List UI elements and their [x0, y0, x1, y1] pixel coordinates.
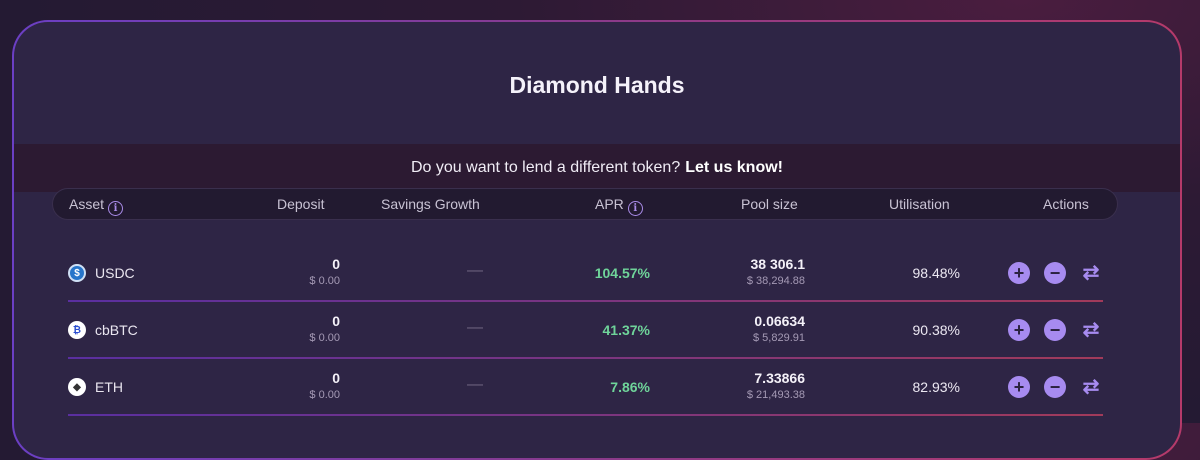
utilisation-value: 90.38%	[912, 322, 960, 338]
deposit-usd: $ 0.00	[309, 275, 340, 287]
asset-cell: ◆ ETH	[68, 378, 123, 396]
pool-size-cell: 0.06634 $ 5,829.91	[753, 313, 805, 344]
pool-size-amount: 0.06634	[754, 313, 805, 329]
asset-name: ETH	[95, 379, 123, 395]
table-row[interactable]: ₿ cbBTC 0 $ 0.00 — 41.37% 0.06634 $ 5,82…	[68, 303, 1103, 359]
table-row[interactable]: ◆ ETH 0 $ 0.00 — 7.86% 7.33866 $ 21,493.…	[68, 360, 1103, 416]
row-divider	[68, 414, 1103, 416]
apr-value: 7.86%	[610, 379, 650, 395]
row-divider	[68, 357, 1103, 359]
pool-size-cell: 7.33866 $ 21,493.38	[747, 370, 805, 401]
deposit-amount: 0	[332, 313, 340, 329]
utilisation-value: 82.93%	[912, 379, 960, 395]
deposit-cell: 0 $ 0.00	[309, 370, 340, 401]
info-icon[interactable]: i	[627, 201, 643, 216]
withdraw-minus-icon[interactable]: −	[1044, 262, 1066, 284]
deposit-cell: 0 $ 0.00	[309, 313, 340, 344]
utilisation-value: 98.48%	[912, 265, 960, 281]
asset-cell: $ USDC	[68, 264, 135, 282]
banner-text: Do you want to lend a different token?	[411, 159, 681, 176]
page-title: Diamond Hands	[509, 72, 685, 98]
pool-size-usd: $ 21,493.38	[746, 389, 805, 401]
row-actions: + − ⇄	[1008, 319, 1102, 341]
deposit-cell: 0 $ 0.00	[309, 256, 340, 287]
asset-name: cbBTC	[95, 322, 138, 338]
deposit-plus-icon[interactable]: +	[1008, 376, 1030, 398]
withdraw-minus-icon[interactable]: −	[1044, 319, 1066, 341]
deposit-usd: $ 0.00	[309, 389, 340, 401]
swap-arrows-icon[interactable]: ⇄	[1080, 319, 1102, 341]
row-actions: + − ⇄	[1008, 376, 1102, 398]
asset-name: USDC	[95, 265, 135, 281]
info-icon[interactable]: i	[108, 201, 124, 216]
pool-size-cell: 38 306.1 $ 38,294.88	[747, 256, 805, 287]
eth-icon: ◆	[68, 378, 86, 396]
savings-growth-value: —	[467, 319, 483, 336]
asset-cell: ₿ cbBTC	[68, 321, 138, 339]
pool-size-usd: $ 38,294.88	[746, 275, 805, 287]
row-actions: + − ⇄	[1008, 262, 1102, 284]
deposit-plus-icon[interactable]: +	[1008, 319, 1030, 341]
withdraw-minus-icon[interactable]: −	[1044, 376, 1066, 398]
header-apr-label[interactable]: APR	[595, 196, 624, 212]
table-row[interactable]: $ USDC 0 $ 0.00 — 104.57% 38 306.1 $ 38,…	[68, 246, 1103, 302]
header-pool-size[interactable]: Pool size	[741, 196, 798, 212]
header-actions: Actions	[1043, 196, 1089, 212]
deposit-plus-icon[interactable]: +	[1008, 262, 1030, 284]
swap-arrows-icon[interactable]: ⇄	[1080, 262, 1102, 284]
header-apr: APR i	[595, 196, 643, 216]
pool-size-usd: $ 5,829.91	[753, 332, 805, 344]
header-savings-growth[interactable]: Savings Growth	[381, 196, 480, 212]
apr-value: 41.37%	[602, 322, 650, 338]
header-deposit[interactable]: Deposit	[277, 196, 324, 212]
header-asset-label: Asset	[69, 196, 105, 212]
usdc-icon: $	[68, 264, 86, 282]
deposit-amount: 0	[332, 370, 340, 386]
apr-value: 104.57%	[594, 265, 650, 281]
row-divider	[68, 300, 1103, 302]
table-header: Asset i Deposit Savings Growth APR i Pool …	[52, 188, 1118, 220]
header-asset: Asset i	[69, 196, 124, 216]
cbbtc-icon: ₿	[68, 321, 86, 339]
deposit-usd: $ 0.00	[309, 332, 340, 344]
savings-growth-value: —	[467, 262, 483, 279]
pool-size-amount: 7.33866	[754, 370, 805, 386]
let-us-know-link[interactable]: Let us know!	[685, 159, 783, 177]
request-token-banner: Do you want to lend a different token? L…	[14, 144, 1180, 192]
header-utilisation[interactable]: Utilisation	[889, 196, 950, 212]
swap-arrows-icon[interactable]: ⇄	[1080, 376, 1102, 398]
deposit-amount: 0	[332, 256, 340, 272]
pool-size-amount: 38 306.1	[750, 256, 806, 272]
savings-growth-value: —	[467, 376, 483, 393]
